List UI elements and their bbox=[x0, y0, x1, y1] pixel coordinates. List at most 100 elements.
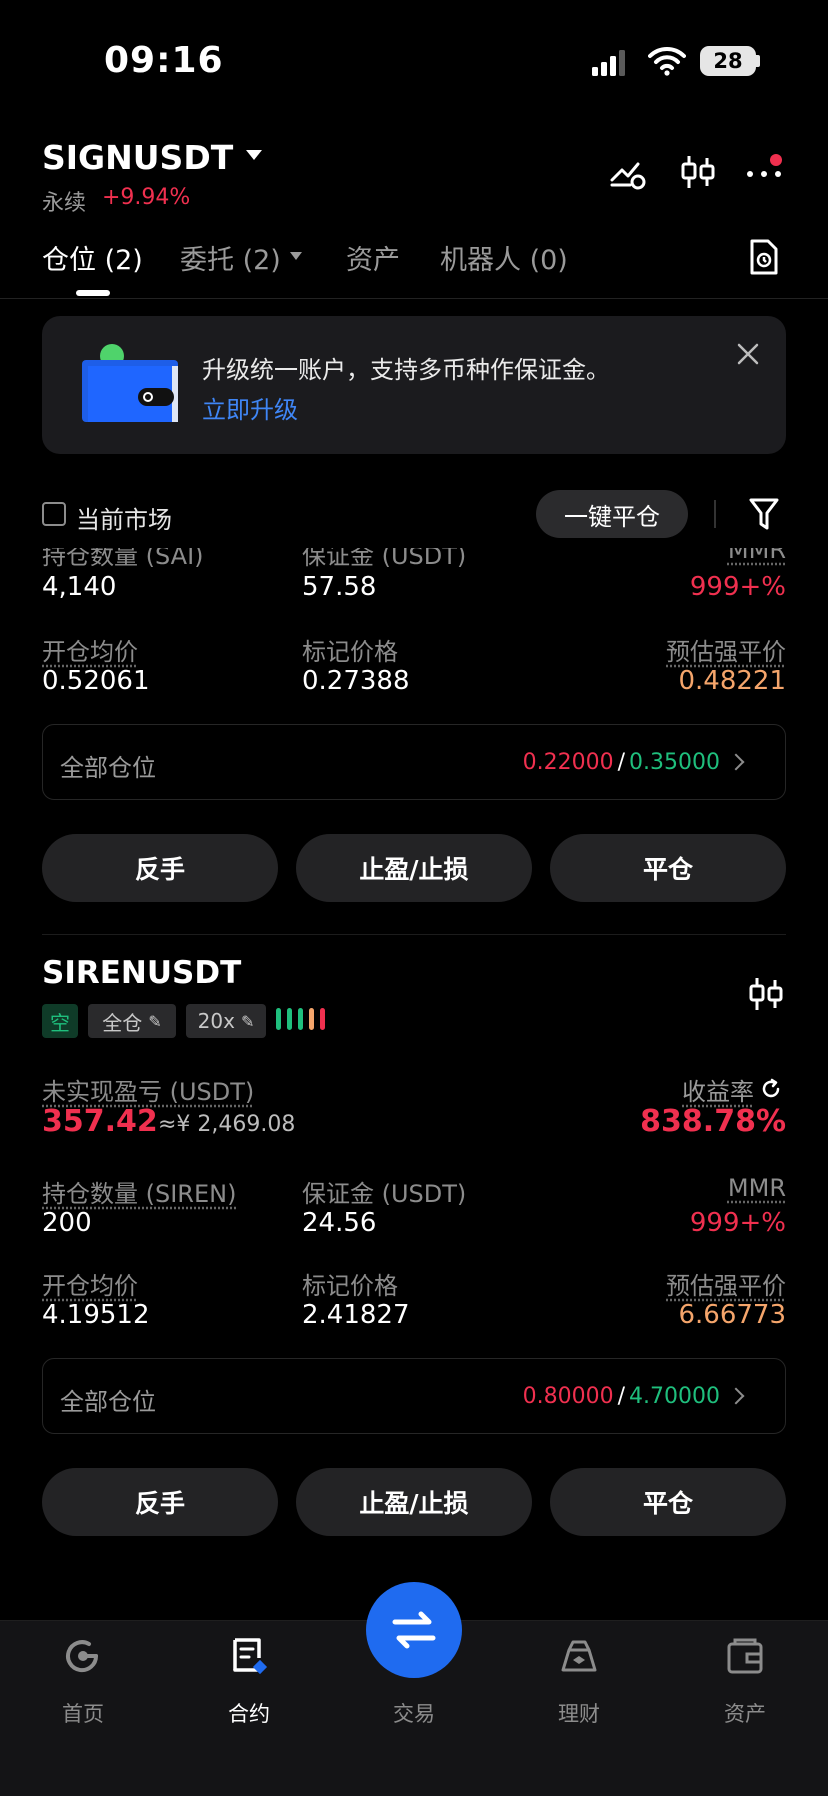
position1-tpsl-values: 0.22000 / 0.35000 bbox=[523, 750, 720, 775]
nav-contract[interactable]: 合约 bbox=[199, 1698, 299, 1728]
contract-icon[interactable] bbox=[229, 1636, 269, 1676]
position1-reverse-button[interactable]: 反手 bbox=[42, 834, 278, 902]
wallet-nav-icon[interactable] bbox=[725, 1636, 765, 1676]
filter-divider bbox=[714, 500, 716, 528]
position1-sl: 0.35000 bbox=[629, 750, 720, 775]
chart-settings-icon[interactable] bbox=[608, 152, 648, 192]
position2-roe-label: 收益率 bbox=[682, 1078, 754, 1106]
position1-margin-label: 保证金 (USDT) bbox=[302, 548, 467, 568]
position2-tpsl-values: 0.80000 / 4.70000 bbox=[523, 1384, 720, 1409]
symbol-title[interactable]: SIGNUSDT bbox=[42, 138, 233, 177]
tabs-divider bbox=[0, 298, 828, 299]
nav-assets[interactable]: 资产 bbox=[695, 1698, 795, 1728]
tab-assets[interactable]: 资产 bbox=[346, 238, 400, 277]
nav-trade[interactable]: 交易 bbox=[364, 1698, 464, 1728]
position2-chart-icon[interactable] bbox=[746, 974, 786, 1014]
position2-qty: 200 bbox=[42, 1208, 92, 1238]
position2-tp: 0.80000 bbox=[522, 1384, 614, 1409]
nav-home[interactable]: 首页 bbox=[33, 1698, 133, 1728]
history-icon[interactable] bbox=[748, 238, 780, 276]
position2-side-badge: 空 bbox=[42, 1004, 78, 1038]
position2-mark: 2.41827 bbox=[302, 1300, 410, 1330]
nav-finance[interactable]: 理财 bbox=[529, 1698, 629, 1728]
position1-liq-label: 预估强平价 bbox=[666, 638, 786, 666]
trade-fab[interactable] bbox=[366, 1582, 462, 1678]
position2-margin-label: 保证金 (USDT) bbox=[302, 1180, 467, 1208]
edit-icon: ✎ bbox=[148, 1011, 162, 1031]
candlestick-icon[interactable] bbox=[678, 152, 718, 192]
tab-indicator bbox=[76, 290, 110, 296]
position2-mode-badge[interactable]: 全仓 ✎ bbox=[88, 1004, 176, 1038]
position2-mode: 全仓 bbox=[102, 1010, 143, 1035]
refresh-icon[interactable] bbox=[760, 1078, 782, 1100]
position1-entry: 0.52061 bbox=[42, 666, 150, 696]
banner-text: 升级统一账户，支持多币种作保证金。 bbox=[202, 356, 610, 384]
filter-icon[interactable] bbox=[748, 496, 780, 532]
swap-icon bbox=[392, 1611, 436, 1649]
position1-mmr-label: MMR bbox=[727, 548, 786, 564]
position1-tp: 0.22000 bbox=[522, 750, 614, 775]
position1-clipped-labels: 持仓数量 (SAI) 保证金 (USDT) MMR bbox=[0, 548, 828, 568]
finance-icon[interactable] bbox=[559, 1636, 599, 1676]
position2-mark-label: 标记价格 bbox=[302, 1272, 398, 1300]
position2-mmr: 999+% bbox=[689, 1208, 786, 1238]
edit-icon: ✎ bbox=[240, 1011, 255, 1031]
battery-indicator: 28 bbox=[700, 46, 756, 76]
signal-icon bbox=[592, 50, 625, 76]
position1-mark-label: 标记价格 bbox=[302, 638, 398, 666]
position-separator bbox=[42, 934, 786, 935]
wallet-icon bbox=[82, 344, 178, 422]
upgrade-link[interactable]: 立即升级 bbox=[202, 390, 298, 425]
home-icon[interactable] bbox=[63, 1636, 103, 1676]
position2-leverage: 20x bbox=[197, 1009, 235, 1033]
position2-margin: 24.56 bbox=[302, 1208, 377, 1238]
position2-leverage-badge[interactable]: 20x ✎ bbox=[186, 1004, 266, 1038]
position2-entry: 4.19512 bbox=[42, 1300, 150, 1330]
close-icon[interactable] bbox=[736, 342, 760, 366]
position2-pnl-cny: ≈¥ 2,469.08 bbox=[158, 1112, 296, 1137]
risk-bar-2 bbox=[287, 1008, 292, 1030]
tab-positions[interactable]: 仓位 (2) bbox=[42, 238, 143, 277]
position2-entry-label: 开仓均价 bbox=[42, 1272, 138, 1300]
status-time: 09:16 bbox=[104, 40, 224, 81]
contract-type: 永续 bbox=[42, 191, 87, 216]
position1-tpsl-button[interactable]: 止盈/止损 bbox=[296, 834, 532, 902]
current-market-label: 当前市场 bbox=[76, 506, 172, 534]
risk-bar-5 bbox=[320, 1008, 325, 1030]
position2-qty-label: 持仓数量 (SIREN) bbox=[42, 1180, 237, 1208]
position2-liq: 6.66773 bbox=[678, 1300, 786, 1330]
position2-slash: / bbox=[617, 1384, 626, 1409]
close-all-button[interactable]: 一键平仓 bbox=[536, 490, 688, 538]
position2-pnl: 357.42 bbox=[42, 1104, 158, 1139]
position1-slash: / bbox=[617, 750, 626, 775]
position2-tpsl-button[interactable]: 止盈/止损 bbox=[296, 1468, 532, 1536]
position1-qty: 4,140 bbox=[42, 572, 117, 602]
risk-bar-1 bbox=[276, 1008, 281, 1030]
risk-bar-4 bbox=[309, 1008, 314, 1030]
risk-bar-3 bbox=[298, 1008, 303, 1030]
position1-margin: 57.58 bbox=[302, 572, 377, 602]
wifi-icon bbox=[648, 46, 686, 76]
position2-roe: 838.78% bbox=[640, 1104, 786, 1139]
position1-range-label: 全部仓位 bbox=[60, 754, 156, 782]
caret-down-icon[interactable] bbox=[246, 150, 262, 160]
position2-mmr-label: MMR bbox=[727, 1174, 786, 1202]
position1-mark: 0.27388 bbox=[302, 666, 410, 696]
price-change: +9.94% bbox=[102, 185, 191, 210]
position2-liq-label: 预估强平价 bbox=[666, 1272, 786, 1300]
current-market-checkbox[interactable] bbox=[42, 502, 66, 526]
position1-close-button[interactable]: 平仓 bbox=[550, 834, 786, 902]
orders-caret-icon[interactable] bbox=[290, 252, 302, 260]
position1-entry-label: 开仓均价 bbox=[42, 638, 138, 666]
position1-mmr: 999+% bbox=[689, 572, 786, 602]
tab-orders[interactable]: 委托 (2) bbox=[180, 238, 281, 277]
position2-pnl-label: 未实现盈亏 (USDT) bbox=[42, 1078, 255, 1106]
position2-symbol[interactable]: SIRENUSDT bbox=[42, 955, 241, 991]
tab-bots[interactable]: 机器人 (0) bbox=[440, 238, 568, 277]
position2-close-button[interactable]: 平仓 bbox=[550, 1468, 786, 1536]
position1-qty-label: 持仓数量 (SAI) bbox=[42, 548, 204, 568]
battery-tip bbox=[756, 55, 760, 67]
position2-sl: 4.70000 bbox=[629, 1384, 720, 1409]
position2-range-label: 全部仓位 bbox=[60, 1388, 156, 1416]
position2-reverse-button[interactable]: 反手 bbox=[42, 1468, 278, 1536]
